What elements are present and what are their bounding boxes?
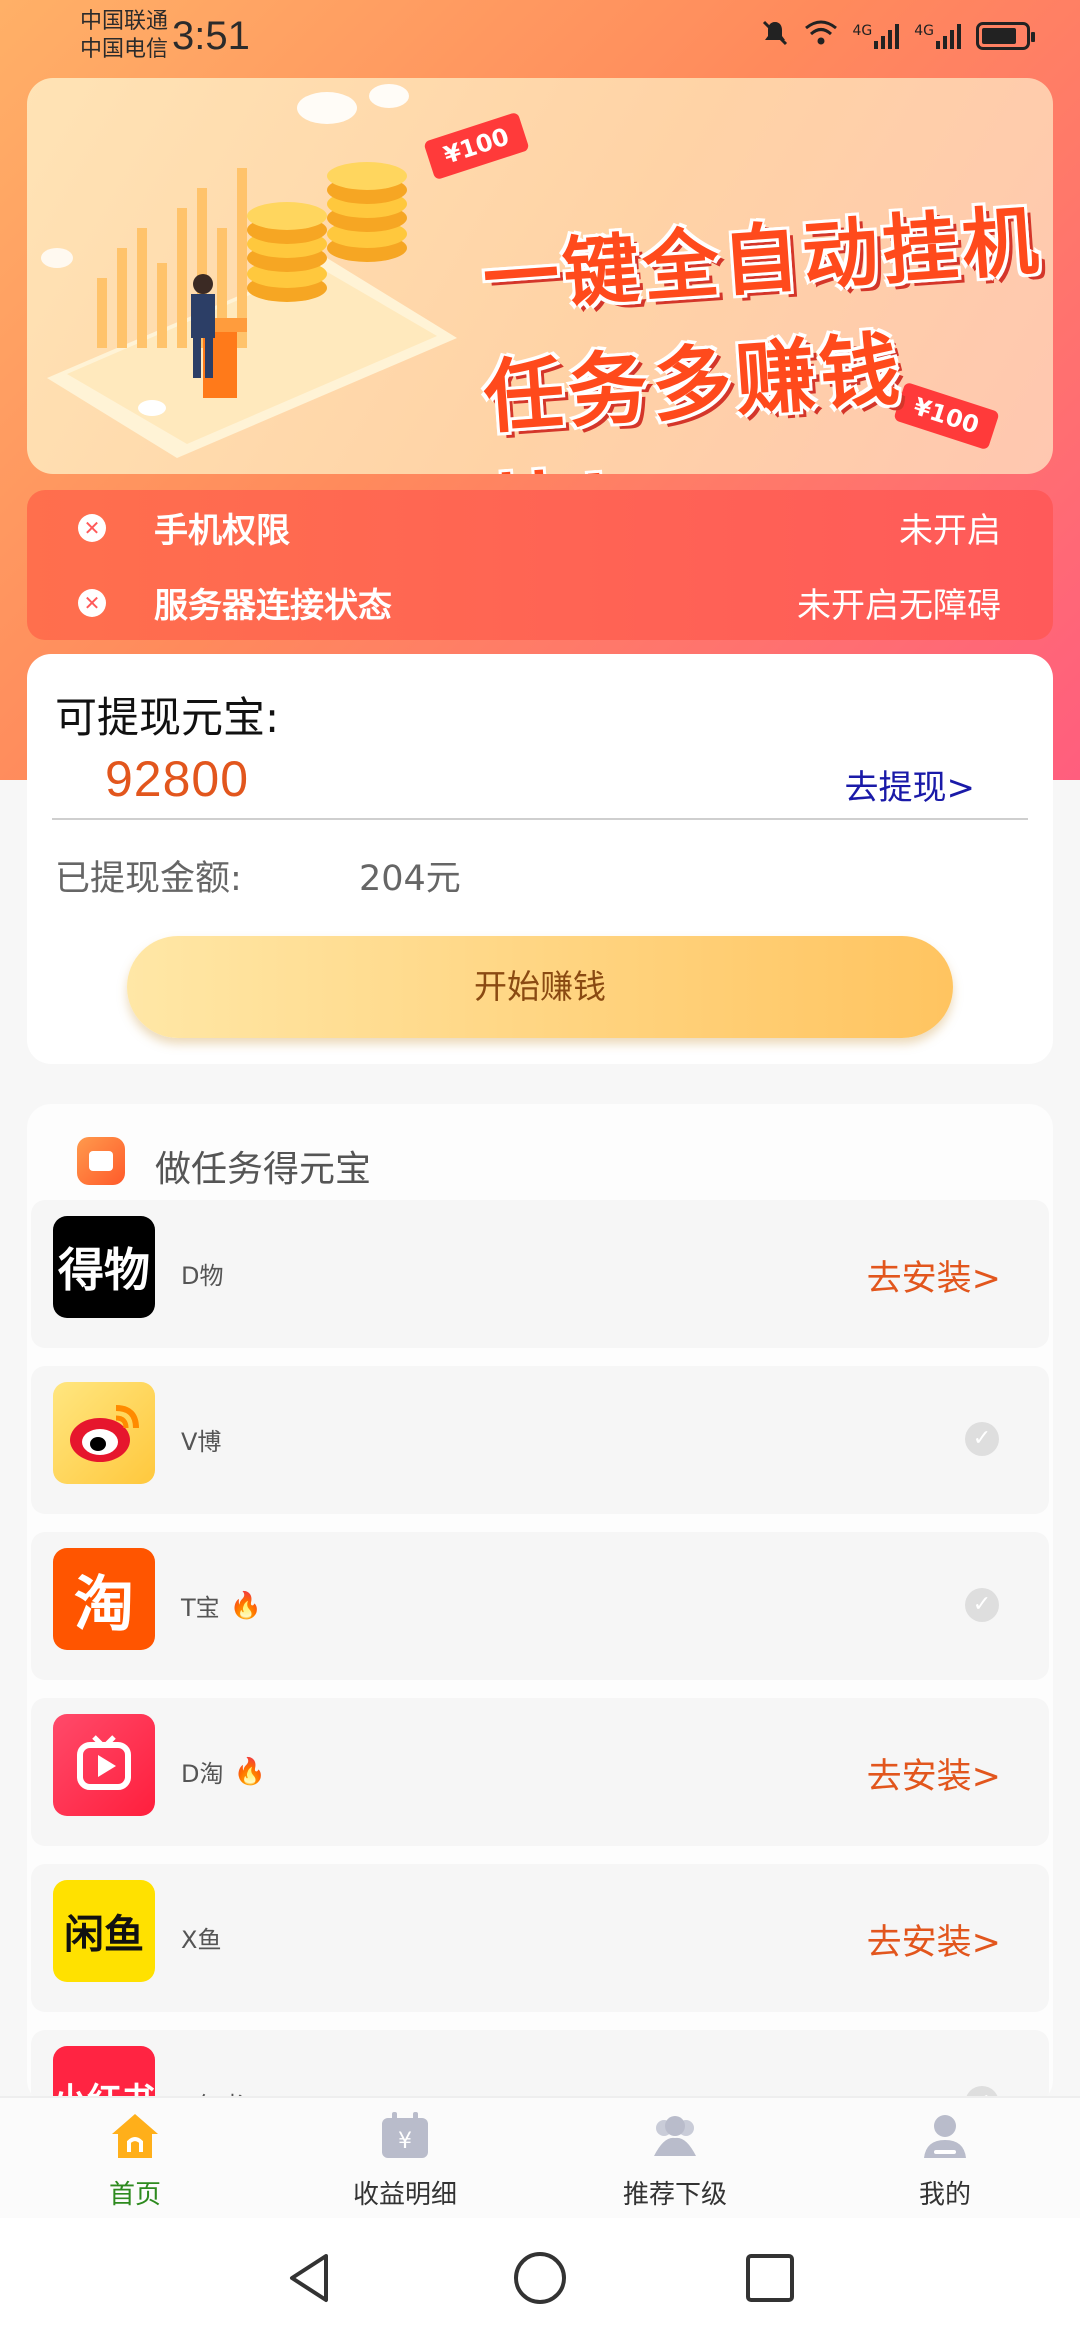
task-app-name: X鱼	[181, 1920, 221, 1955]
fire-icon: 🔥	[229, 1590, 263, 1621]
withdrawable-title: 可提现元宝:	[55, 693, 280, 742]
task-row[interactable]: D淘 🔥 去安装>	[31, 1698, 1049, 1846]
nav-label: 推荐下级	[622, 2180, 727, 2210]
clock: 3:51	[172, 14, 250, 58]
status-icons: 4G 4G	[760, 14, 1035, 58]
system-nav-bar	[0, 2218, 1080, 2340]
withdrawn-label: 已提现金额:	[55, 859, 242, 899]
task-app-name: D淘 🔥	[181, 1754, 266, 1789]
task-app-name: V博	[181, 1422, 221, 1457]
bell-muted-icon	[760, 18, 790, 55]
carrier-names: 中国联通 中国电信	[80, 8, 168, 64]
nav-label: 首页	[108, 2180, 161, 2210]
task-row[interactable]: V博 ✓	[31, 1366, 1049, 1514]
app-name-text: D物	[181, 1262, 224, 1290]
net-1-label: 4G	[852, 23, 873, 39]
home-icon	[112, 2114, 158, 2158]
nav-earnings[interactable]: ¥ 收益明细	[270, 2098, 540, 2220]
install-link[interactable]: 去安装>	[867, 1748, 1001, 1799]
battery-icon	[976, 22, 1035, 50]
diantao-app-icon	[53, 1714, 155, 1816]
home-badge-icon	[77, 1137, 125, 1185]
carrier-1: 中国联通	[80, 9, 169, 34]
task-section-title: 做任务得元宝	[155, 1149, 372, 1190]
permission-label: 服务器连接状态	[154, 586, 392, 626]
task-app-name: D物	[181, 1256, 223, 1291]
wifi-icon	[804, 19, 838, 54]
taobao-app-icon: 淘	[53, 1548, 155, 1650]
banner-illustration	[41, 84, 457, 458]
task-section: 做任务得元宝 得物 D物 去安装> V博 ✓ 淘 T宝 🔥 ✓ D淘 🔥 去安装> …	[27, 1104, 1053, 2104]
status-bar: 中国联通 中国电信 3:51 4G 4G	[0, 0, 1080, 72]
nav-home[interactable]: 首页	[0, 2098, 270, 2220]
user-icon	[924, 2115, 966, 2158]
task-row[interactable]: 闲鱼 X鱼 去安装>	[31, 1864, 1049, 2012]
check-icon: ✓	[965, 1422, 999, 1456]
close-circle-icon: ✕	[78, 513, 106, 542]
app-name-text: T宝	[181, 1594, 220, 1622]
app-name-text: D淘	[181, 1760, 224, 1788]
weibo-app-icon	[53, 1382, 155, 1484]
signal-2-icon: 4G	[914, 23, 962, 49]
nav-label: 收益明细	[352, 2180, 457, 2210]
permission-status-panel: ✕ 手机权限 未开启 ✕ 服务器连接状态 未开启无障碍	[27, 490, 1053, 640]
back-icon[interactable]	[280, 2248, 340, 2308]
dewu-app-icon: 得物	[53, 1216, 155, 1318]
carrier-2: 中国电信	[80, 37, 169, 62]
permission-status: 未开启无障碍	[797, 586, 1001, 626]
install-link[interactable]: 去安装>	[867, 1250, 1001, 1301]
signal-1-icon: 4G	[852, 23, 900, 49]
permission-row-phone[interactable]: ✕ 手机权限 未开启	[27, 490, 1053, 565]
app-name-text: X鱼	[181, 1926, 222, 1954]
task-row[interactable]: 小红书 X红书 ✓	[31, 2030, 1049, 2104]
task-row[interactable]: 淘 T宝 🔥 ✓	[31, 1532, 1049, 1680]
check-icon: ✓	[965, 1588, 999, 1622]
divider	[52, 818, 1028, 820]
svg-text:¥: ¥	[398, 2129, 412, 2154]
permission-row-server[interactable]: ✕ 服务器连接状态 未开启无障碍	[27, 565, 1053, 640]
nav-profile[interactable]: 我的	[810, 2098, 1080, 2220]
net-2-label: 4G	[914, 23, 934, 39]
nav-label: 我的	[918, 2180, 971, 2210]
bottom-nav: 首页 ¥ 收益明细 推荐下级 我的	[0, 2096, 1080, 2218]
withdrawable-amount: 92800	[105, 751, 250, 807]
task-header: 做任务得元宝	[27, 1104, 1053, 1200]
withdraw-card: 可提现元宝: 92800 去提现> 已提现金额: 204元 开始赚钱	[27, 654, 1053, 1064]
task-app-name: T宝 🔥	[181, 1588, 262, 1623]
withdrawn-value: 204元	[359, 859, 461, 899]
home-circle-icon[interactable]	[510, 2248, 570, 2308]
close-circle-icon: ✕	[78, 588, 106, 617]
task-row[interactable]: 得物 D物 去安装>	[31, 1200, 1049, 1348]
install-link[interactable]: 去安装>	[867, 1914, 1001, 1965]
permission-status: 未开启	[899, 511, 1001, 551]
nav-referrals[interactable]: 推荐下级	[540, 2098, 810, 2220]
start-earning-button[interactable]: 开始赚钱	[127, 936, 953, 1038]
calendar-yen-icon: ¥	[382, 2112, 428, 2158]
permission-label: 手机权限	[154, 511, 290, 551]
xianyu-app-icon: 闲鱼	[53, 1880, 155, 1982]
withdraw-link[interactable]: 去提现>	[845, 760, 976, 809]
promo-banner[interactable]: ¥100 ¥100 一键全自动挂机 任务多赚钱快！	[27, 78, 1053, 474]
app-name-text: V博	[181, 1428, 222, 1456]
fire-icon: 🔥	[233, 1756, 266, 1787]
users-icon	[654, 2116, 696, 2156]
recents-icon[interactable]	[740, 2248, 800, 2308]
